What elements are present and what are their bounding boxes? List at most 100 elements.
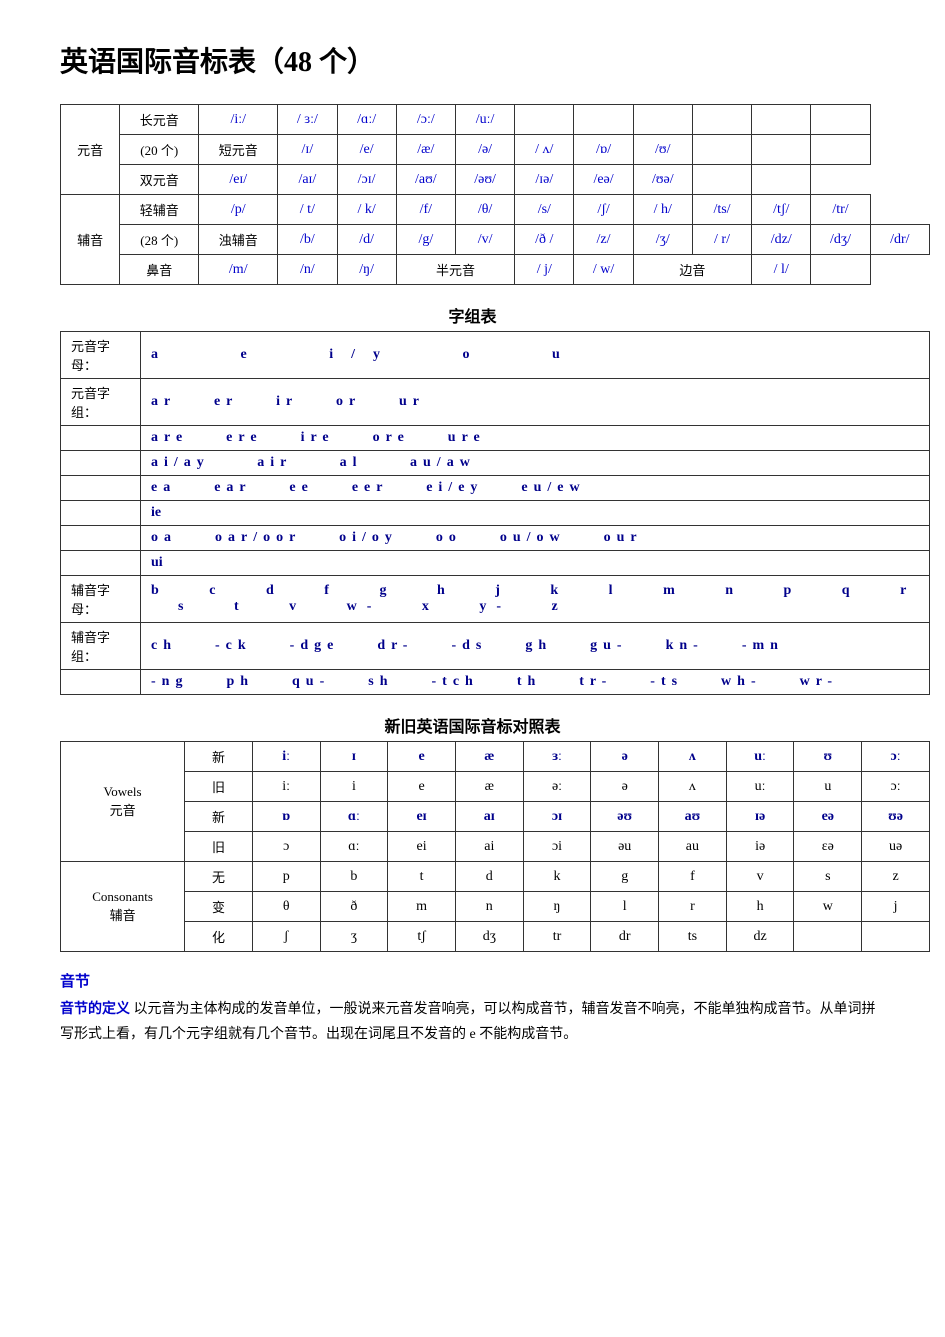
ipa-oi: /ɔɪ/ <box>337 165 396 195</box>
zizu-section: 字组表 元音字母： a e i/y o u 元音字组： ar er ir or … <box>60 303 885 695</box>
voiceless-label: 轻辅音 <box>120 195 199 225</box>
v2-new-6: əʊ <box>591 802 659 832</box>
vowel-group-label: 元音字组： <box>61 379 141 426</box>
new-label-1: 新 <box>185 742 253 772</box>
definition-label: 音节的定义 <box>60 1002 130 1017</box>
vowel-letters: a e i/y o u <box>141 332 930 379</box>
ipa-dzh: /dʒ/ <box>811 225 870 255</box>
c-wu-9: s <box>794 862 862 892</box>
ipa-i: /ɪ/ <box>278 135 337 165</box>
c-wu-10: z <box>862 862 930 892</box>
empty-3 <box>633 105 692 135</box>
c-b-10: j <box>862 892 930 922</box>
c-b-8: h <box>726 892 794 922</box>
ipa-b: /b/ <box>278 225 337 255</box>
v-old-6: ə <box>591 772 659 802</box>
ipa-ua: /ʊə/ <box>633 165 692 195</box>
zizu-row-6: ie <box>61 501 930 526</box>
definition-block: 音节的定义 以元音为主体构成的发音单位，一般说来元音发音响亮，可以构成音节，辅音… <box>60 997 885 1047</box>
ipa-w: / w/ <box>574 255 633 285</box>
vowel-groups-2: are ere ire ore ure <box>141 426 930 451</box>
empty-last <box>811 255 870 285</box>
zizu-row-10: 辅音字组： ch -ck -dge dr- -ds gh gu- kn- -mn <box>61 623 930 670</box>
ipa-j: / j/ <box>515 255 574 285</box>
empty-label-4 <box>61 501 141 526</box>
ipa-d: /d/ <box>337 225 396 255</box>
ipa-ng: /ŋ/ <box>337 255 396 285</box>
contrast-row-c2: 变 θ ð m n ŋ l r h w j <box>61 892 930 922</box>
empty-9 <box>811 135 870 165</box>
v2-new-3: eɪ <box>388 802 456 832</box>
c-b-4: n <box>455 892 523 922</box>
consonant-groups-2: -ng ph qu- sh -tch th tr- -ts wh- wr- <box>141 670 930 695</box>
ipa-eth: /ð / <box>515 225 574 255</box>
consonant-groups-1: ch -ck -dge dr- -ds gh gu- kn- -mn <box>141 623 930 670</box>
v2-old-6: əu <box>591 832 659 862</box>
v2-old-3: ei <box>388 832 456 862</box>
ipa-f: /f/ <box>396 195 455 225</box>
diphthong-label: 双元音 <box>120 165 199 195</box>
v-new-6: ə <box>591 742 659 772</box>
ipa-aa: /ɑː/ <box>337 105 396 135</box>
zizu-row-1: 元音字母： a e i/y o u <box>61 332 930 379</box>
c-b-7: r <box>659 892 727 922</box>
ipa-ii: /iː/ <box>199 105 278 135</box>
empty-11 <box>752 165 811 195</box>
empty-1 <box>515 105 574 135</box>
ipa-sh: /ʃ/ <box>574 195 633 225</box>
ipa-l: / l/ <box>752 255 811 285</box>
ipa-uu: /uː/ <box>455 105 514 135</box>
v-new-1: iː <box>252 742 320 772</box>
v2-new-4: aɪ <box>455 802 523 832</box>
consonant-letter-label: 辅音字母： <box>61 576 141 623</box>
contrast-row-v4: 旧 ɔ ɑː ei ai ɔi əu au iə εə uə <box>61 832 930 862</box>
empty-7 <box>692 135 751 165</box>
short-vowel-sub: 短元音 <box>199 135 278 165</box>
c-h-1: ʃ <box>252 922 320 952</box>
ipa-ai: /aɪ/ <box>278 165 337 195</box>
v2-old-10: uə <box>862 832 930 862</box>
contrast-section: 新旧英语国际音标对照表 Vowels元音 新 iː ɪ e æ ɜː ə ʌ u… <box>60 713 885 952</box>
wu-label: 无 <box>185 862 253 892</box>
vowel-letter-label: 元音字母： <box>61 332 141 379</box>
c-b-1: θ <box>252 892 320 922</box>
v2-new-10: ʊə <box>862 802 930 832</box>
c-wu-8: v <box>726 862 794 892</box>
semivowel-label: 半元音 <box>396 255 514 285</box>
c-h-8: dz <box>726 922 794 952</box>
v-new-9: ʊ <box>794 742 862 772</box>
ipa-tsh: /tʃ/ <box>752 195 811 225</box>
empty-label-5 <box>61 526 141 551</box>
vowel-groups-5: ie <box>141 501 930 526</box>
v-old-7: ʌ <box>659 772 727 802</box>
v2-new-7: aʊ <box>659 802 727 832</box>
c-h-4: dʒ <box>455 922 523 952</box>
contrast-title: 新旧英语国际音标对照表 <box>60 713 885 737</box>
v2-new-8: ɪə <box>726 802 794 832</box>
vowel-groups-6: oa oar/oor oi/oy oo ou/ow our <box>141 526 930 551</box>
empty-label-2 <box>61 451 141 476</box>
c-h-7: ts <box>659 922 727 952</box>
v2-old-1: ɔ <box>252 832 320 862</box>
v-old-8: uː <box>726 772 794 802</box>
ipa-ia: /ɪə/ <box>515 165 574 195</box>
ipa-er: / ɜː/ <box>278 105 337 135</box>
ipa-oo: /ɔː/ <box>396 105 455 135</box>
lateral-label: 边音 <box>633 255 751 285</box>
c-wu-3: t <box>388 862 456 892</box>
ipa-t: / t/ <box>278 195 337 225</box>
c-h-10 <box>862 922 930 952</box>
ipa-r: / r/ <box>692 225 751 255</box>
zizu-table: 元音字母： a e i/y o u 元音字组： ar er ir or ur a… <box>60 331 930 695</box>
zizu-row-11: -ng ph qu- sh -tch th tr- -ts wh- wr- <box>61 670 930 695</box>
empty-label-7 <box>61 670 141 695</box>
bian-label: 变 <box>185 892 253 922</box>
ipa-e: /e/ <box>337 135 396 165</box>
ipa-g: /g/ <box>396 225 455 255</box>
v2-old-7: au <box>659 832 727 862</box>
ipa-v: /v/ <box>455 225 514 255</box>
v-old-3: e <box>388 772 456 802</box>
v2-old-5: ɔi <box>523 832 591 862</box>
v-old-10: ɔː <box>862 772 930 802</box>
consonant-category-label: 辅音 <box>61 195 120 285</box>
